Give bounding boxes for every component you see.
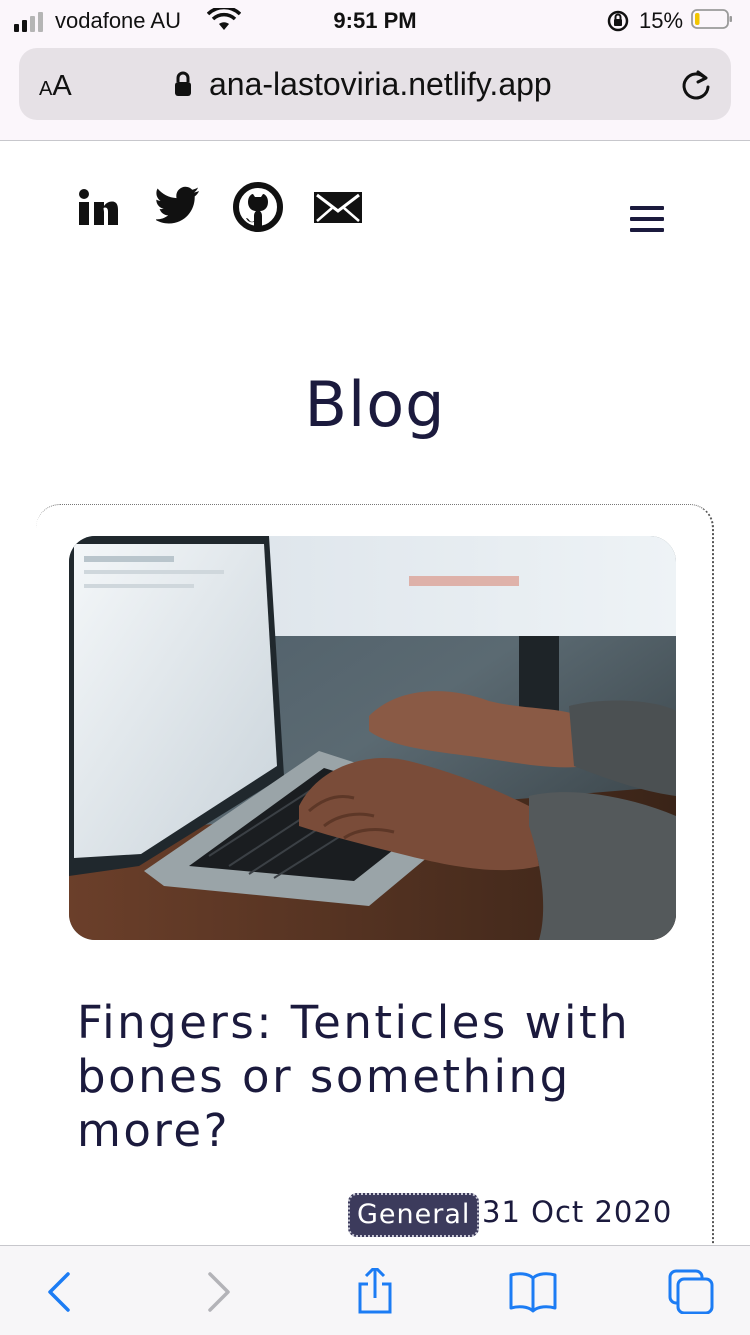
laptop-typing-photo[interactable] <box>69 536 676 940</box>
forward-icon[interactable] <box>196 1268 246 1314</box>
tabs-icon[interactable] <box>666 1268 716 1314</box>
lock-icon <box>175 71 191 96</box>
post-date: 31 Oct 2020 <box>482 1195 673 1229</box>
browser-address-bar: AA ana-lastoviria.netlify.app <box>0 40 750 141</box>
text-size-button[interactable]: AA <box>39 70 72 103</box>
hamburger-menu-icon[interactable] <box>630 206 664 234</box>
page-title: Blog <box>304 368 446 441</box>
url-field[interactable]: AA ana-lastoviria.netlify.app <box>19 48 731 120</box>
mail-icon[interactable] <box>312 178 364 238</box>
bookmarks-icon[interactable] <box>508 1268 558 1314</box>
orientation-lock-icon <box>607 10 629 32</box>
battery-percent: 15% <box>639 8 684 33</box>
linkedin-icon[interactable] <box>77 178 119 238</box>
battery-icon <box>691 9 732 29</box>
github-icon[interactable] <box>232 178 284 238</box>
share-icon[interactable] <box>350 1268 400 1314</box>
url-text: ana-lastoviria.netlify.app <box>209 66 552 102</box>
post-title[interactable]: Fingers: Tenticles with bones or somethi… <box>77 996 677 1158</box>
status-bar: vodafone AU 9:51 PM 15% <box>0 0 750 40</box>
reload-icon[interactable] <box>679 68 713 102</box>
twitter-icon[interactable] <box>154 178 200 238</box>
category-tag[interactable]: General <box>348 1193 480 1237</box>
back-icon[interactable] <box>38 1268 88 1314</box>
clock: 9:51 PM <box>333 8 417 33</box>
browser-toolbar <box>0 1245 750 1335</box>
